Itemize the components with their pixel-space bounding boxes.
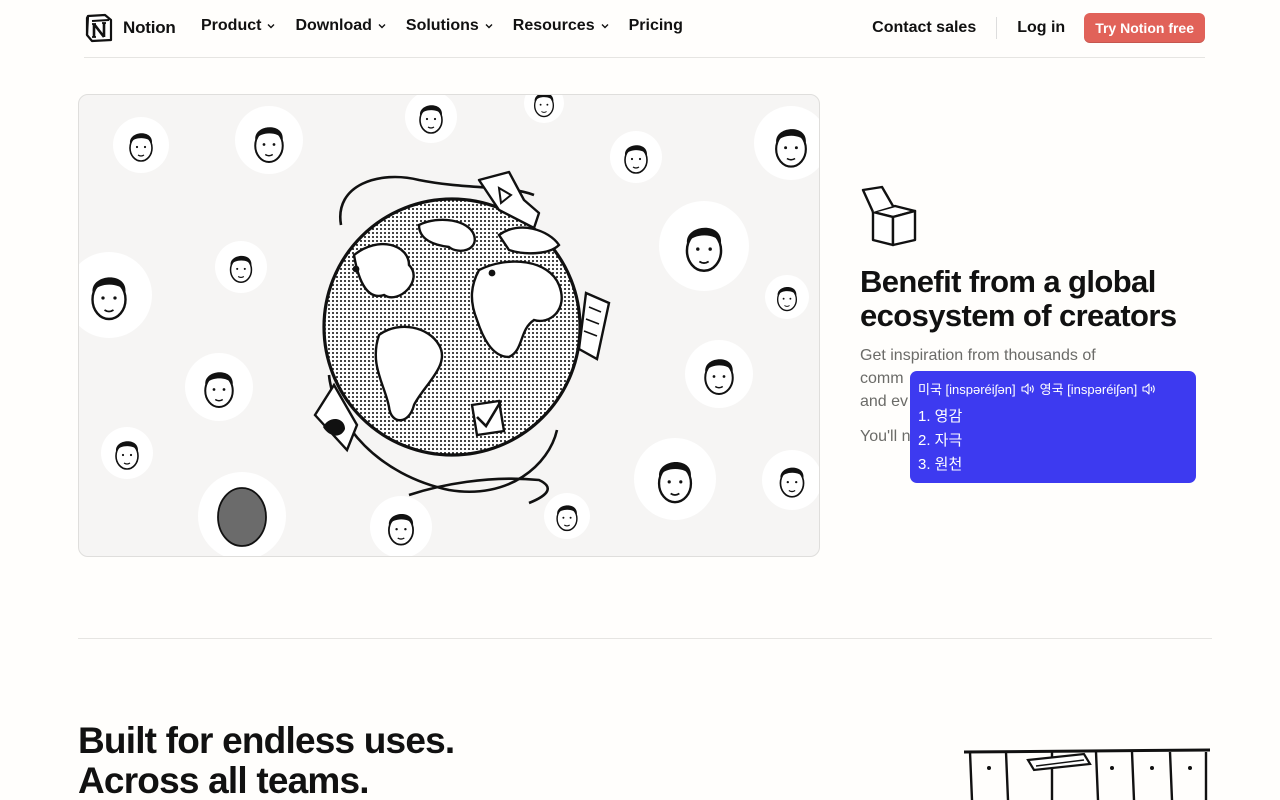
nav-divider-line bbox=[84, 57, 1205, 58]
feature-desc-line-1: Get inspiration from thousands of bbox=[860, 347, 1096, 364]
notion-logo-icon bbox=[85, 13, 113, 43]
menu-product-label: Product bbox=[201, 17, 262, 34]
nav-divider bbox=[996, 17, 998, 39]
section-heading-line-2: Across all teams. bbox=[78, 760, 370, 800]
chevron-down-icon bbox=[601, 24, 609, 29]
top-navigation: Notion Product Download Solutions Resour… bbox=[0, 0, 1280, 58]
chevron-down-icon bbox=[378, 24, 386, 29]
us-pronunciation: 미국 [inspəréiʃən] bbox=[918, 382, 1016, 397]
global-creators-illustration bbox=[78, 94, 820, 557]
menu-product[interactable]: Product bbox=[201, 17, 275, 35]
menu-resources[interactable]: Resources bbox=[513, 17, 609, 35]
globe-drawing bbox=[313, 170, 611, 505]
feature-title: Benefit from a global ecosystem of creat… bbox=[860, 265, 1220, 333]
menu-download-label: Download bbox=[295, 17, 372, 34]
section-heading: Built for endless uses. Across all teams… bbox=[78, 720, 455, 800]
speaker-icon[interactable] bbox=[1142, 382, 1156, 395]
pronunciation-row: 미국 [inspəréiʃən] 영국 [inspəréiʃən] bbox=[918, 379, 1188, 398]
section-heading-line-1: Built for endless uses. bbox=[78, 720, 455, 761]
open-box-icon bbox=[861, 185, 917, 247]
menu-pricing-label: Pricing bbox=[628, 17, 683, 34]
menu-pricing[interactable]: Pricing bbox=[629, 17, 683, 35]
logo-text: Notion bbox=[123, 18, 176, 37]
globe-faces-artwork bbox=[79, 95, 819, 556]
main-menu: Product Download Solutions Resources Pri… bbox=[201, 17, 683, 35]
section-divider bbox=[78, 638, 1212, 639]
meaning-item: 1. 영감 bbox=[918, 408, 963, 425]
nav-actions: Contact sales Log in Try Notion free bbox=[872, 13, 1205, 43]
try-notion-free-button[interactable]: Try Notion free bbox=[1084, 13, 1205, 43]
menu-solutions-label: Solutions bbox=[405, 17, 479, 34]
chevron-down-icon bbox=[267, 24, 275, 29]
filing-cabinets-illustration bbox=[963, 748, 1211, 800]
feature-title-line-2: ecosystem of creators bbox=[860, 298, 1177, 333]
menu-solutions[interactable]: Solutions bbox=[406, 17, 493, 35]
chevron-down-icon bbox=[485, 24, 493, 29]
contact-sales-link[interactable]: Contact sales bbox=[872, 19, 976, 37]
menu-resources-label: Resources bbox=[512, 17, 595, 34]
feature-title-line-1: Benefit from a global bbox=[860, 264, 1156, 299]
speaker-icon[interactable] bbox=[1021, 382, 1035, 395]
menu-download[interactable]: Download bbox=[295, 17, 386, 35]
login-link[interactable]: Log in bbox=[1017, 19, 1065, 37]
dictionary-popup: 미국 [inspəréiʃən] 영국 [inspəréiʃən] 1. 영감 … bbox=[910, 371, 1196, 483]
notion-logo-link[interactable]: Notion bbox=[84, 13, 176, 43]
meaning-item: 3. 원천 bbox=[918, 456, 963, 473]
uk-pronunciation: 영국 [inspəréiʃən] bbox=[1039, 382, 1138, 397]
meaning-item: 2. 자극 bbox=[918, 432, 963, 449]
meaning-list: 1. 영감 2. 자극 3. 원천 bbox=[918, 405, 1188, 477]
